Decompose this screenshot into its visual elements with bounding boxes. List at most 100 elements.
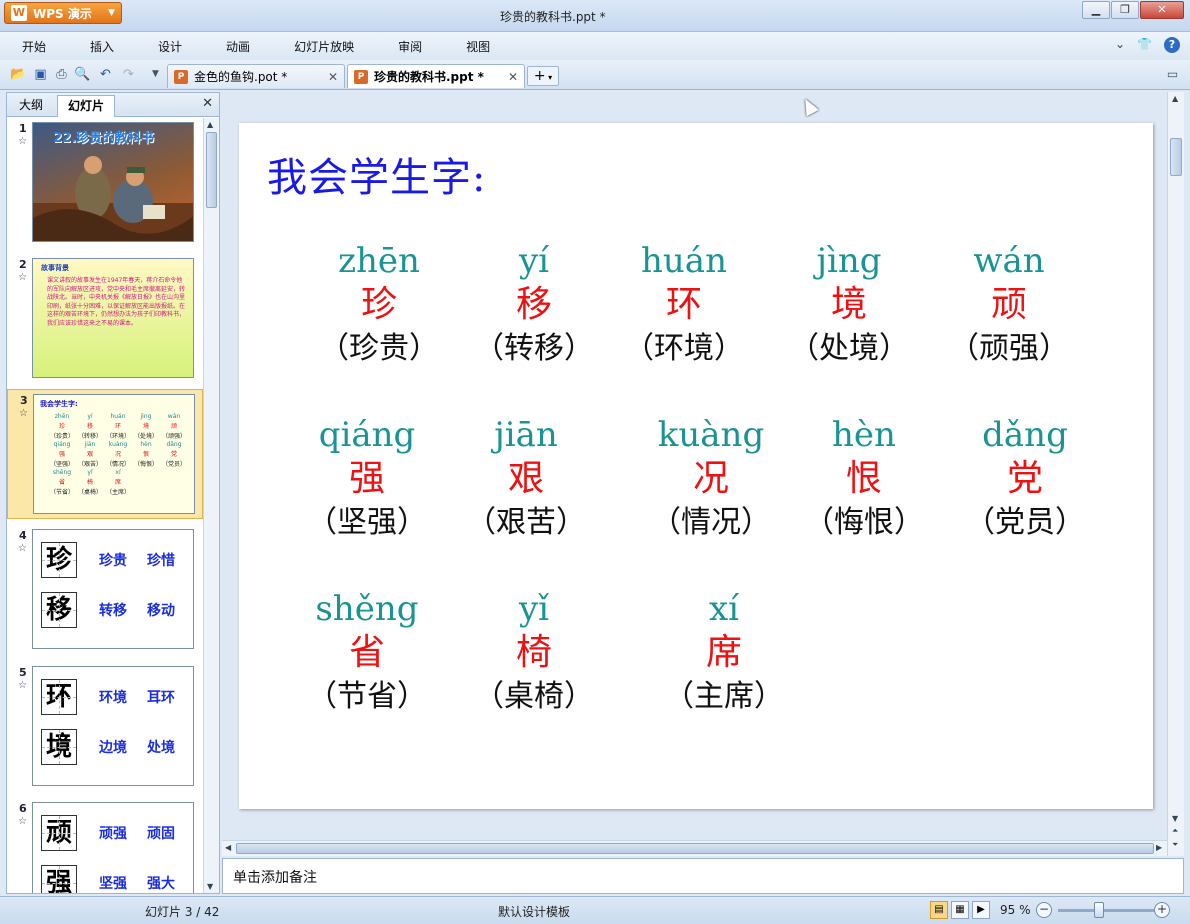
tab-outline[interactable]: 大纲 — [9, 95, 53, 117]
new-tab-button[interactable]: + ▾ — [527, 66, 559, 86]
character-card: zhēn 珍 （珍贵） — [299, 241, 459, 369]
slideshow-view-button[interactable]: ▶ — [972, 901, 990, 919]
word-label: 珍惜 — [147, 553, 175, 569]
character-card: dǎng 党 （党员） — [945, 415, 1105, 543]
vertical-scrollbar[interactable]: ▲ ▼ ⏶ ⏷ — [1167, 92, 1184, 856]
zoom-slider-knob[interactable] — [1094, 902, 1104, 918]
mini-word: （主席） — [105, 489, 130, 496]
scroll-up-icon[interactable]: ▲ — [1172, 94, 1178, 103]
scrollbar-thumb[interactable] — [1170, 138, 1182, 176]
tab-slides[interactable]: 幻灯片 — [57, 95, 116, 117]
chevron-down-icon: ▼ — [108, 8, 115, 18]
scroll-down-icon[interactable]: ▼ — [207, 882, 213, 891]
word-label: 坚强 — [99, 876, 127, 892]
word-label: 移动 — [147, 603, 175, 619]
close-window-button[interactable]: ✕ — [1140, 1, 1184, 19]
mini-word — [160, 487, 188, 496]
next-slide-icon[interactable]: ⏷ — [1172, 840, 1178, 850]
scroll-right-icon[interactable]: ▶ — [1156, 843, 1162, 852]
collapse-ribbon-icon[interactable]: ⌄ — [1115, 37, 1125, 53]
maximize-button[interactable]: ❐ — [1111, 1, 1139, 19]
zoom-in-button[interactable]: + — [1154, 902, 1170, 918]
close-tab-icon[interactable]: ✕ — [508, 70, 518, 84]
zoom-slider-track[interactable] — [1058, 909, 1154, 912]
undo-icon[interactable]: ↶ — [97, 66, 114, 83]
mini-pinyin — [160, 469, 188, 476]
open-icon[interactable]: 📂 — [10, 66, 27, 83]
mini-character: 移 — [86, 423, 93, 430]
ppt-file-icon: P — [354, 69, 368, 84]
menu-slideshow[interactable]: 幻灯片放映 — [272, 38, 376, 55]
menu-view[interactable]: 视图 — [444, 38, 512, 55]
zoom-out-button[interactable]: − — [1036, 902, 1052, 918]
pinyin-label: kuàng — [657, 415, 765, 455]
tab-precious-textbook[interactable]: P 珍贵的教科书.ppt * ✕ — [347, 64, 525, 88]
thumbnail-slide-4[interactable]: 4 ☆ 珍 移 珍贵 珍惜 转移 移动 — [7, 525, 203, 655]
close-tab-icon[interactable]: ✕ — [328, 70, 338, 84]
character-card: jìng 境 （处境） — [769, 241, 929, 369]
thumbnail-slide-3[interactable]: 3 ☆ 我会学生字: zhēn yí huán jìng wán 珍 移 环 境 顽 （珍贵） （转移… — [7, 389, 203, 519]
slide-title[interactable]: 我会学生字: — [267, 145, 486, 203]
mini-pinyin: kuàng — [108, 441, 128, 448]
normal-view-button[interactable]: ▤ — [930, 901, 948, 919]
thumbnail-slide-5[interactable]: 5 ☆ 环 境 环境 耳环 边境 处境 — [7, 662, 203, 792]
scrollbar-thumb[interactable] — [206, 132, 217, 208]
animation-star-icon: ☆ — [18, 136, 27, 147]
character-box: 珍 — [41, 542, 77, 578]
tab-list-icon[interactable]: ▭ — [1164, 66, 1181, 83]
current-slide[interactable]: 我会学生字: zhēn 珍 （珍贵） yí 移 （转移） huán 环 （环境） jìng 境 （处境… — [239, 123, 1153, 809]
thumbnail-scrollbar[interactable]: ▲ ▼ — [203, 118, 219, 893]
skin-icon[interactable]: 👕 — [1137, 37, 1152, 53]
character-card: qiáng 强 （坚强） — [287, 415, 447, 543]
thumbnail-slide-2[interactable]: 2 ☆ 故事背景 课文讲叙的故事发生在1947年春天，蒋介石命令他的军队向解放区… — [7, 254, 203, 384]
character-box: 境 — [41, 729, 77, 765]
help-icon[interactable]: ? — [1164, 37, 1180, 53]
notes-pane[interactable]: 单击添加备注 — [222, 858, 1184, 894]
redo-icon[interactable]: ↷ — [120, 66, 137, 83]
print-icon[interactable]: ⎙ — [53, 66, 70, 83]
previous-slide-icon[interactable]: ⏶ — [1172, 826, 1178, 836]
character-label: 况 — [692, 458, 729, 499]
menu-design[interactable]: 设计 — [136, 38, 204, 55]
wps-logo-icon: W — [11, 5, 27, 21]
menu-home[interactable]: 开始 — [0, 38, 68, 55]
slide-counter: 幻灯片 3 / 42 — [145, 905, 220, 919]
minimize-button[interactable]: ▁ — [1082, 1, 1110, 19]
mini-character: 顽 — [170, 423, 177, 430]
menu-animation[interactable]: 动画 — [204, 38, 272, 55]
mini-word — [132, 487, 160, 496]
character-card: xí 席 （主席） — [644, 589, 804, 717]
slide-sorter-view-button[interactable]: ▦ — [951, 901, 969, 919]
character-card: yǐ 椅 （桌椅） — [454, 589, 614, 717]
pinyin-label: wán — [973, 241, 1045, 281]
mini-pinyin: wán — [167, 413, 181, 420]
menu-review[interactable]: 审阅 — [376, 38, 444, 55]
wps-app-menu-button[interactable]: W WPS 演示 ▼ — [4, 2, 122, 24]
app-name: WPS 演示 — [33, 6, 92, 21]
word-label: （艰苦） — [466, 505, 586, 540]
mini-character — [160, 477, 188, 486]
print-preview-icon[interactable]: 🔍 — [74, 66, 91, 83]
toolbar-dropdown-icon[interactable]: ▼ — [147, 66, 164, 83]
scrollbar-thumb[interactable] — [236, 843, 1154, 854]
horizontal-scrollbar[interactable]: ◀ ▶ — [222, 840, 1167, 856]
word-label: 耳环 — [147, 690, 175, 706]
slide-number: 2 — [19, 258, 27, 271]
mini-word: （悔恨） — [133, 461, 158, 468]
character-label: 移 — [515, 284, 552, 325]
character-card: yí 移 （转移） — [454, 241, 614, 369]
pinyin-label: qiáng — [318, 415, 416, 455]
tab-golden-hook[interactable]: P 金色的鱼钩.pot * ✕ — [167, 64, 345, 88]
mini-character: 境 — [142, 423, 149, 430]
thumbnail-slide-6[interactable]: 6 ☆ 顽 强 顽强 顽固 坚强 强大 — [7, 798, 203, 893]
scroll-left-icon[interactable]: ◀ — [225, 843, 231, 852]
mini-character: 省 — [58, 479, 65, 486]
scroll-down-icon[interactable]: ▼ — [1172, 814, 1178, 823]
character-label: 省 — [348, 632, 385, 673]
menu-insert[interactable]: 插入 — [68, 38, 136, 55]
close-pane-icon[interactable]: ✕ — [202, 96, 213, 111]
thumbnail-slide-1[interactable]: 1 ☆ 22.珍贵的教科书 — [7, 118, 203, 248]
slide-thumbnail-pane: 大纲 幻灯片 ✕ 1 ☆ 22.珍贵的教科书 2 ☆ 故事背景 课文讲叙的故事发… — [6, 92, 220, 894]
scroll-up-icon[interactable]: ▲ — [207, 120, 213, 129]
save-icon[interactable]: ▣ — [32, 66, 49, 83]
